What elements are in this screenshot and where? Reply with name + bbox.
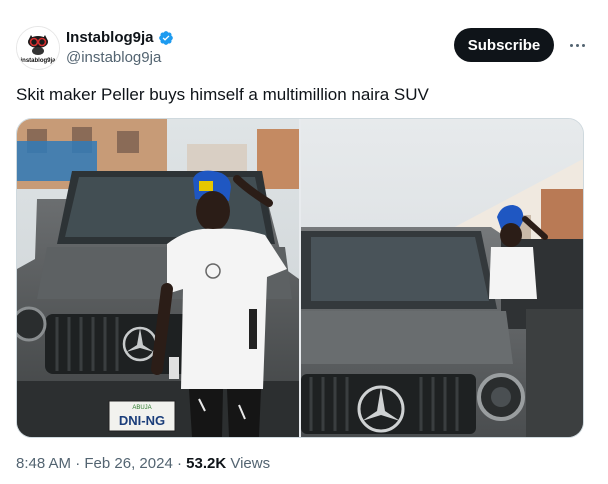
plate-number-text: DNI-NG [119,413,165,428]
photo-person-with-suv: ABUJA DNI-NG [17,119,299,437]
meta-separator-1: · [75,455,85,472]
tweet-time[interactable]: 8:48 AM [16,455,71,472]
verified-badge-icon [158,31,173,45]
meta-separator-2: · [176,455,182,472]
views-label: Views [230,455,271,472]
instablog9ja-logo-icon: instablog9ja [17,27,59,69]
subscribe-button[interactable]: Subscribe [454,28,554,62]
avatar-text: instablog9ja [20,58,56,64]
tweet-media[interactable]: ABUJA DNI-NG [16,118,584,438]
author-avatar[interactable]: instablog9ja [16,26,60,70]
media-photo-2[interactable] [301,119,583,437]
media-photo-1[interactable]: ABUJA DNI-NG [17,119,299,437]
more-horizontal-icon[interactable] [562,30,592,60]
tweet-header: instablog9ja Instablog9ja @instablog9ja … [16,26,592,70]
photo-suv-front [301,119,583,437]
tweet-meta: 8:48 AM · Feb 26, 2024 · 53.2K Views [16,454,270,474]
plate-top-text: ABUJA [132,405,151,411]
author-handle[interactable]: @instablog9ja [66,48,174,68]
tweet-date[interactable]: Feb 26, 2024 [84,455,172,472]
tweet-text: Skit maker Peller buys himself a multimi… [16,85,429,104]
views-count: 53.2K [186,455,227,472]
author-display-name[interactable]: Instablog9ja [66,28,154,48]
author-names: Instablog9ja @instablog9ja [66,28,174,68]
